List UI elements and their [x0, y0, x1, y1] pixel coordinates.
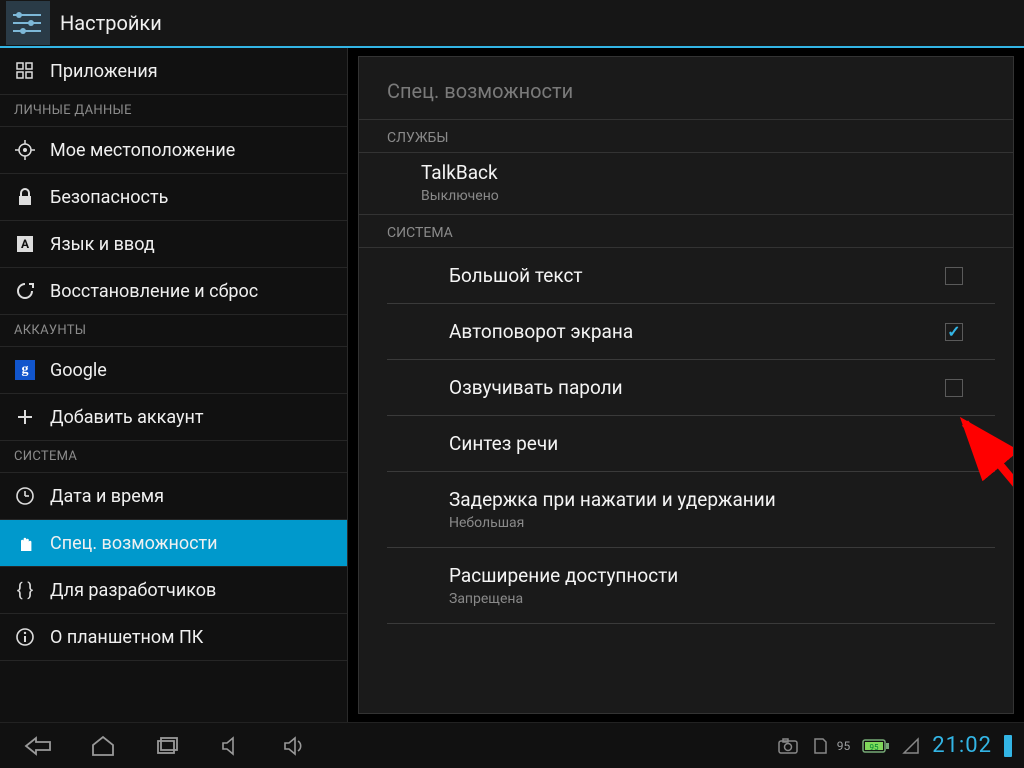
- battery-bar-icon: [1004, 735, 1012, 757]
- sidebar-item-label: Спец. возможности: [50, 533, 218, 554]
- volume-down-button[interactable]: [202, 728, 260, 764]
- sidebar-item-label: Восстановление и сброс: [50, 281, 258, 302]
- speak-passwords-label: Озвучивать пароли: [449, 376, 945, 399]
- clock[interactable]: 21:02: [932, 733, 992, 758]
- auto-rotate-label: Автоповорот экрана: [449, 320, 945, 343]
- apps-icon: [14, 60, 36, 82]
- camera-status-icon: [777, 737, 799, 755]
- talkback-status: Выключено: [421, 188, 985, 204]
- sidebar-item-backup-reset[interactable]: Восстановление и сброс: [0, 268, 347, 315]
- large-text-label: Большой текст: [449, 264, 945, 287]
- sidebar-item-about[interactable]: О планшетном ПК: [0, 614, 347, 661]
- talkback-label: TalkBack: [421, 161, 985, 184]
- language-icon: A: [14, 233, 36, 255]
- row-accessibility-ext[interactable]: Расширение доступности Запрещена: [387, 548, 995, 624]
- tts-label: Синтез речи: [449, 432, 967, 455]
- speak-passwords-checkbox[interactable]: [945, 379, 963, 397]
- sidebar-item-label: О планшетном ПК: [50, 627, 203, 648]
- accessibility-ext-label: Расширение доступности: [449, 564, 967, 587]
- sidebar-item-add-account[interactable]: Добавить аккаунт: [0, 394, 347, 441]
- plus-icon: [14, 406, 36, 428]
- sidebar-item-label: Язык и ввод: [50, 234, 155, 255]
- sidebar-item-datetime[interactable]: Дата и время: [0, 473, 347, 520]
- sidebar-item-apps[interactable]: Приложения: [0, 48, 347, 95]
- sidebar-item-google[interactable]: g Google: [0, 347, 347, 394]
- back-button[interactable]: [10, 728, 68, 764]
- sidebar-header-system: СИСТЕМА: [0, 441, 347, 473]
- home-button[interactable]: [74, 728, 132, 764]
- sidebar-item-location[interactable]: Мое местоположение: [0, 127, 347, 174]
- sdcard-status-icon: [811, 737, 829, 755]
- google-icon: g: [14, 359, 36, 381]
- volume-up-button[interactable]: [266, 728, 324, 764]
- location-icon: [14, 139, 36, 161]
- sidebar-item-label: Для разработчиков: [50, 580, 216, 601]
- hand-icon: [14, 532, 36, 554]
- sidebar-item-label: Добавить аккаунт: [50, 407, 204, 428]
- row-tts[interactable]: Синтез речи: [387, 416, 995, 472]
- sidebar-header-accounts: АККАУНТЫ: [0, 315, 347, 347]
- battery-icon: 95: [862, 738, 890, 754]
- sidebar-item-label: Безопасность: [50, 187, 168, 208]
- settings-sidebar: Приложения ЛИЧНЫЕ ДАННЫЕ Мое местоположе…: [0, 48, 348, 722]
- accessibility-pane: Спец. возможности СЛУЖБЫ TalkBack Выключ…: [358, 56, 1014, 714]
- row-large-text[interactable]: Большой текст: [387, 248, 995, 304]
- system-navbar: 95 95 21:02: [0, 722, 1024, 768]
- signal-status-icon: [902, 737, 920, 755]
- sidebar-item-accessibility[interactable]: Спец. возможности: [0, 520, 347, 567]
- braces-icon: { }: [14, 579, 36, 601]
- section-services: СЛУЖБЫ: [359, 120, 1013, 153]
- touch-delay-value: Небольшая: [449, 515, 967, 531]
- pane-title: Спец. возможности: [359, 57, 1013, 120]
- sidebar-item-label: Мое местоположение: [50, 140, 235, 161]
- settings-app-icon: [6, 1, 50, 45]
- lock-icon: [14, 186, 36, 208]
- screen-title: Настройки: [60, 11, 162, 35]
- refresh-icon: [14, 280, 36, 302]
- auto-rotate-checkbox[interactable]: [945, 323, 963, 341]
- svg-text:A: A: [21, 237, 30, 251]
- sidebar-item-language[interactable]: A Язык и ввод: [0, 221, 347, 268]
- clock-icon: [14, 485, 36, 507]
- info-icon: [14, 626, 36, 648]
- recents-button[interactable]: [138, 728, 196, 764]
- section-system: СИСТЕМА: [359, 215, 1013, 248]
- large-text-checkbox[interactable]: [945, 267, 963, 285]
- row-talkback[interactable]: TalkBack Выключено: [359, 153, 1013, 215]
- sidebar-item-developer[interactable]: { } Для разработчиков: [0, 567, 347, 614]
- sidebar-item-label: Дата и время: [50, 486, 164, 507]
- sidebar-header-personal: ЛИЧНЫЕ ДАННЫЕ: [0, 95, 347, 127]
- sidebar-item-label: Google: [50, 360, 107, 381]
- accessibility-ext-value: Запрещена: [449, 591, 967, 607]
- row-speak-passwords[interactable]: Озвучивать пароли: [387, 360, 995, 416]
- row-touch-delay[interactable]: Задержка при нажатии и удержании Небольш…: [387, 472, 995, 548]
- sidebar-item-label: Приложения: [50, 61, 158, 82]
- battery-percent: 95: [837, 739, 851, 753]
- svg-text:95: 95: [870, 743, 879, 752]
- touch-delay-label: Задержка при нажатии и удержании: [449, 488, 967, 511]
- sidebar-item-security[interactable]: Безопасность: [0, 174, 347, 221]
- row-auto-rotate[interactable]: Автоповорот экрана: [387, 304, 995, 360]
